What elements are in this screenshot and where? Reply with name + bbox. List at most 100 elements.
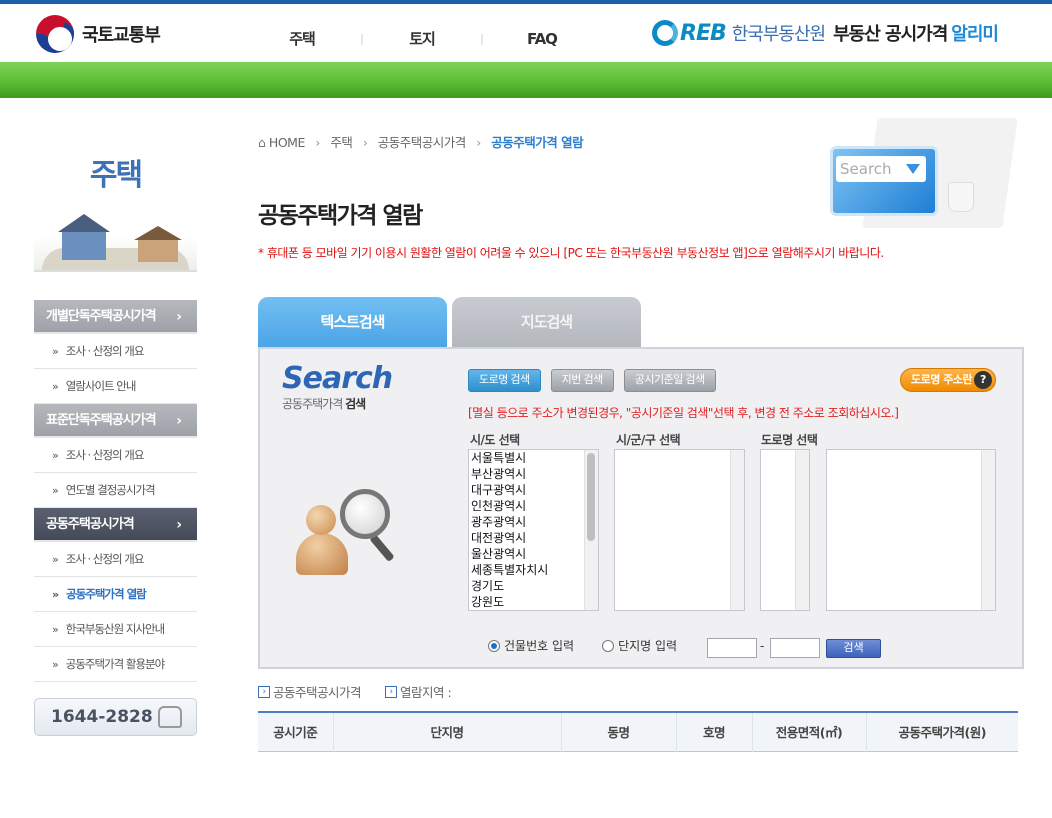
road-address-help-button[interactable]: 도로명 주소란 ?: [900, 368, 996, 392]
tab-map-search[interactable]: 지도검색: [452, 297, 641, 348]
list-item[interactable]: 서울특별시: [469, 450, 598, 466]
reb-logo[interactable]: REB 한국부동산원 부동산 공시가격 알리미: [652, 20, 999, 46]
sidebar-item-label: 공동주택가격 열람: [66, 587, 147, 601]
sidebar-group-apartment[interactable]: 공동주택공시가격 ›: [34, 508, 197, 542]
reb-mark-text: REB: [680, 20, 727, 46]
sidebar-group-individual[interactable]: 개별단독주택공시가격 ›: [34, 300, 197, 334]
list-item[interactable]: 대전광역시: [469, 530, 598, 546]
sidebar-item-label: 열람사이트 안내: [65, 379, 137, 393]
double-chevron-icon: »: [52, 588, 59, 601]
search-submit-button[interactable]: 검색: [826, 639, 881, 658]
sidebar-item-survey-overview[interactable]: » 조사 · 산정의 개요: [34, 542, 197, 577]
search-panel: Search 공동주택가격 검색 도로명 검색 지번 검색 공시기준일 검색 도…: [258, 347, 1024, 669]
list-item[interactable]: 세종특별자치시: [469, 562, 598, 578]
service-name-accent: 알리미: [951, 24, 999, 45]
column-header-base: 공시기준: [258, 712, 333, 751]
taegeuk-emblem-icon: [36, 15, 74, 53]
radio-building-number-label[interactable]: 건물번호 입력: [504, 637, 574, 654]
sidebar-item-viewing-site[interactable]: » 열람사이트 안내: [34, 369, 197, 404]
chevron-right-icon: ›: [176, 517, 182, 533]
main-nav: 주택 | 토지 | FAQ: [262, 28, 582, 49]
sidebar-item-branch-info[interactable]: » 한국부동산원 지사안내: [34, 612, 197, 647]
road-initial-listbox[interactable]: [760, 449, 810, 611]
houses-illustration: [34, 196, 197, 272]
double-chevron-icon: »: [52, 658, 59, 671]
page-title: 공동주택가격 열람: [258, 203, 423, 229]
input-mode-radios: 건물번호 입력 단지명 입력: [488, 637, 705, 654]
breadcrumb-home[interactable]: HOME: [269, 135, 305, 150]
search-tabs: 텍스트검색 지도검색: [258, 297, 646, 348]
building-main-number-input[interactable]: [707, 638, 757, 658]
list-item[interactable]: 부산광역시: [469, 466, 598, 482]
radio-building-number[interactable]: [488, 639, 500, 652]
search-logo-subtitle: 공동주택가격 검색: [282, 395, 392, 412]
list-item[interactable]: 인천광역시: [469, 498, 598, 514]
radio-complex-name[interactable]: [602, 639, 615, 652]
arrow-box-icon: ›: [258, 685, 270, 698]
radio-complex-name-label[interactable]: 단지명 입력: [618, 637, 677, 654]
nav-housing[interactable]: 주택: [262, 28, 342, 49]
magnifier-person-illustration: [296, 489, 396, 589]
nav-land[interactable]: 토지: [382, 28, 462, 49]
scrollbar-thumb[interactable]: [587, 453, 595, 541]
road-name-listbox[interactable]: [826, 449, 996, 611]
magnifier-handle-shape: [369, 533, 395, 563]
building-sub-number-input[interactable]: [770, 638, 820, 658]
reb-mark-icon: [652, 20, 678, 46]
info-region: 열람지역 :: [400, 685, 452, 700]
sidebar: 주택 개별단독주택공시가격 › » 조사 · 산정의 개요 » 열람사이트 안내 표준…: [34, 150, 197, 736]
sido-label: 시/도 선택: [470, 433, 520, 447]
sidebar-group-label: 공동주택공시가격: [46, 517, 135, 532]
search-logo: Search 공동주택가격 검색: [282, 363, 393, 412]
sidebar-group-standard[interactable]: 표준단독주택공시가격 ›: [34, 404, 197, 438]
sidebar-item-survey-overview[interactable]: » 조사 · 산정의 개요: [34, 334, 197, 369]
help-button-label: 도로명 주소란: [911, 373, 973, 386]
sido-listbox[interactable]: 서울특별시 부산광역시 대구광역시 인천광역시 광주광역시 대전광역시 울산광역…: [468, 449, 599, 611]
sidebar-item-yearly-prices[interactable]: » 연도별 결정공시가격: [34, 473, 197, 508]
sidebar-menu: 개별단독주택공시가격 › » 조사 · 산정의 개요 » 열람사이트 안내 표준단독주…: [34, 300, 197, 682]
road-name-search-button[interactable]: 도로명 검색: [468, 369, 541, 392]
column-header-complex: 단지명: [332, 712, 561, 751]
double-chevron-icon: »: [52, 484, 59, 497]
scrollbar[interactable]: [795, 450, 809, 610]
house-icon: [58, 214, 110, 260]
sidebar-item-survey-overview[interactable]: » 조사 · 산정의 개요: [34, 438, 197, 473]
scrollbar[interactable]: [584, 450, 598, 610]
tab-text-search[interactable]: 텍스트검색: [258, 297, 447, 348]
column-header-building: 동명: [560, 712, 676, 751]
lot-number-search-button[interactable]: 지번 검색: [550, 369, 614, 392]
base-date-search-button[interactable]: 공시기준일 검색: [623, 369, 716, 392]
breadcrumb-housing[interactable]: 주택: [330, 135, 353, 150]
sidebar-group-label: 개별단독주택공시가격: [46, 309, 157, 324]
org-name: 한국부동산원: [731, 24, 826, 45]
ministry-logo[interactable]: 국토교통부: [36, 14, 161, 54]
list-item[interactable]: 대구광역시: [469, 482, 598, 498]
info-price-type: 공동주택공시가격: [273, 685, 362, 700]
double-chevron-icon: »: [52, 449, 59, 462]
arrow-box-icon: ›: [385, 685, 398, 698]
scrollbar[interactable]: [730, 450, 744, 610]
breadcrumb-apartment-price[interactable]: 공동주택공시가격: [378, 135, 467, 150]
chevron-right-icon: ›: [176, 413, 182, 429]
sigungu-listbox[interactable]: [614, 449, 745, 611]
sidebar-item-usage[interactable]: » 공동주택가격 활용분야: [34, 647, 197, 682]
scrollbar[interactable]: [981, 450, 995, 610]
home-icon: ⌂: [258, 135, 266, 150]
list-item[interactable]: 광주광역시: [469, 514, 598, 530]
search-logo-subtitle-prefix: 공동주택가격: [282, 397, 346, 411]
nav-separator: |: [360, 32, 364, 45]
sidebar-item-label: 조사 · 산정의 개요: [65, 344, 145, 358]
house-icon: [134, 226, 182, 262]
nav-faq[interactable]: FAQ: [502, 30, 582, 48]
list-item[interactable]: 강원도: [469, 594, 598, 610]
chevron-right-icon: ›: [176, 309, 182, 325]
column-header-unit: 호명: [675, 712, 752, 751]
person-head-shape: [306, 505, 336, 535]
list-item[interactable]: 경기도: [469, 578, 598, 594]
sidebar-item-label: 공동주택가격 활용분야: [65, 657, 165, 671]
dropdown-triangle-icon: [906, 164, 920, 174]
sidebar-item-price-viewing[interactable]: » 공동주택가격 열람: [34, 577, 197, 612]
person-body-shape: [296, 533, 348, 575]
address-change-hint: [멸실 등으로 주소가 변경된경우, "공시기준일 검색"선택 후, 변경 전 …: [468, 406, 899, 420]
list-item[interactable]: 울산광역시: [469, 546, 598, 562]
